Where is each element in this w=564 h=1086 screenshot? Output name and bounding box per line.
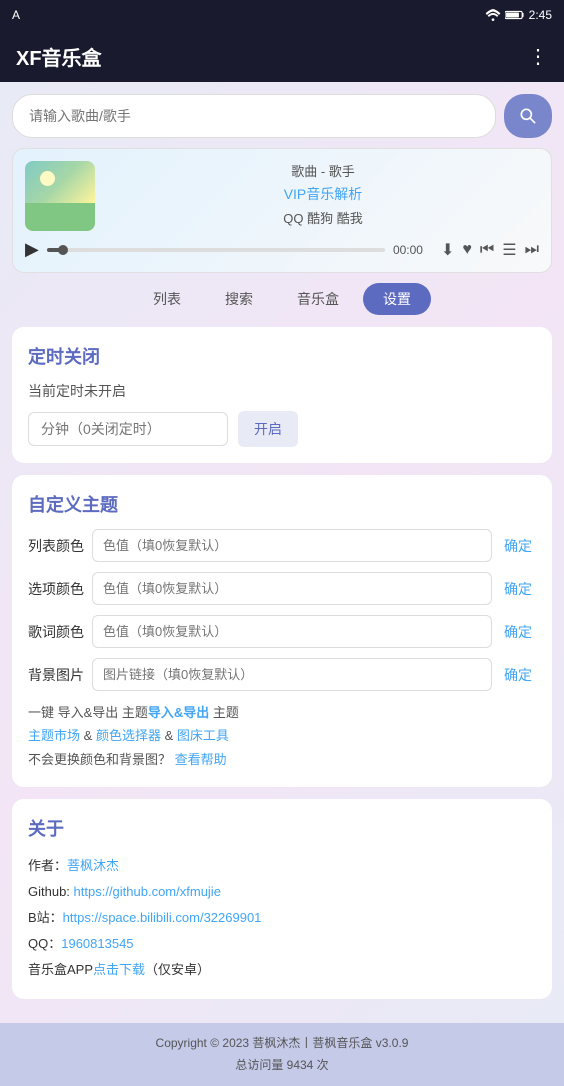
player-top: 歌曲 - 歌手 VIP音乐解析 QQ 酷狗 酷我 [25,161,539,231]
app-header: XF音乐盒 ⋮ [0,30,564,82]
about-section: 关于 作者：菩枫沐杰 Github: https://github.com/xf… [12,799,552,999]
album-art [25,161,95,231]
footer-copyright: Copyright © 2023 菩枫沐杰丨菩枫音乐盒 v3.0.9 [10,1033,554,1055]
player-controls: ▶ 00:00 ⬇ ♥ ⏮ ☰ ⏭ [25,239,539,260]
about-qq-link[interactable]: 1960813545 [61,936,133,951]
theme-amp2: & [165,728,177,743]
about-content: 作者：菩枫沐杰 Github: https://github.com/xfmuj… [28,853,536,983]
about-title: 关于 [28,815,536,841]
about-qq-label: QQ： [28,936,61,951]
about-github-label: Github: [28,884,74,899]
theme-row-list: 列表颜色 确定 [28,529,536,562]
progress-bar[interactable] [47,248,385,252]
theme-section: 自定义主题 列表颜色 确定 选项颜色 确定 歌词颜色 确定 背景图片 确定 [12,475,552,787]
theme-input-list[interactable] [92,529,492,562]
timer-subtitle: 当前定时未开启 [28,381,536,401]
player-card: 歌曲 - 歌手 VIP音乐解析 QQ 酷狗 酷我 ▶ 00:00 ⬇ ♥ ⏮ [12,148,552,273]
tab-settings[interactable]: 设置 [363,283,431,315]
theme-confirm-option[interactable]: 确定 [500,579,536,599]
prev-icon[interactable]: ⏮ [480,241,494,259]
theme-tools-line: 主题市场 & 颜色选择器 & 图床工具 [28,724,536,747]
theme-market-link[interactable]: 主题市场 [28,728,80,743]
timer-title: 定时关闭 [28,343,536,369]
about-bstation-label: B站： [28,910,63,925]
footer: Copyright © 2023 菩枫沐杰丨菩枫音乐盒 v3.0.9 总访问量 … [0,1023,564,1086]
status-left: A [12,8,20,22]
theme-label-option: 选项颜色 [28,579,84,599]
theme-action-prefix: 一键 导入&导出 主题 [28,705,148,720]
search-button[interactable] [504,94,552,138]
download-icon[interactable]: ⬇ [441,240,454,260]
wifi-icon [485,9,501,21]
progress-dot [58,245,68,255]
about-app-link[interactable]: 点击下载 [93,962,145,977]
footer-visits: 总访问量 9434 次 [10,1055,554,1077]
tabs: 列表 搜索 音乐盒 设置 [12,283,552,315]
about-bstation-line: B站：https://space.bilibili.com/32269901 [28,905,536,931]
theme-input-lyrics[interactable] [92,615,492,648]
tab-search[interactable]: 搜索 [205,283,273,315]
theme-actions: 一键 导入&导出 主题导入&导出 主题 主题市场 & 颜色选择器 & 图床工具 … [28,701,536,771]
control-icons: ⬇ ♥ ⏮ ☰ ⏭ [441,240,539,260]
theme-label-bg: 背景图片 [28,665,84,685]
about-author-label: 作者： [28,858,67,873]
about-qq-line: QQ：1960813545 [28,931,536,957]
status-bar: A 2:45 [0,0,564,30]
battery-icon [505,9,525,21]
about-github-line: Github: https://github.com/xfmujie [28,879,536,905]
vip-link[interactable]: VIP音乐解析 [107,184,539,204]
album-art-image [25,161,95,231]
theme-row-lyrics: 歌词颜色 确定 [28,615,536,648]
theme-confirm-list[interactable]: 确定 [500,536,536,556]
about-author-link[interactable]: 菩枫沐杰 [67,858,119,873]
timer-section: 定时关闭 当前定时未开启 开启 [12,327,552,463]
time-display: 00:00 [393,243,433,257]
favorite-icon[interactable]: ♥ [462,241,472,259]
theme-confirm-lyrics[interactable]: 确定 [500,622,536,642]
timer-input-row: 开启 [28,411,536,447]
timer-input[interactable] [28,412,228,446]
about-app-suffix: （仅安卓） [145,962,210,977]
theme-row-option: 选项颜色 确定 [28,572,536,605]
about-app-line: 音乐盒APP点击下载（仅安卓） [28,957,536,983]
main-content: 歌曲 - 歌手 VIP音乐解析 QQ 酷狗 酷我 ▶ 00:00 ⬇ ♥ ⏮ [0,82,564,1023]
search-bar [12,94,552,138]
theme-help-line: 不会更换颜色和背景图？ 查看帮助 [28,748,536,771]
search-icon [518,106,538,126]
about-app-text: 音乐盒APP [28,962,93,977]
theme-label-lyrics: 歌词颜色 [28,622,84,642]
theme-confirm-bg[interactable]: 确定 [500,665,536,685]
app-title: XF音乐盒 [16,42,102,71]
theme-amp1: & [84,728,96,743]
playlist-icon[interactable]: ☰ [502,240,516,260]
about-github-link[interactable]: https://github.com/xfmujie [74,884,221,899]
song-label: 歌曲 - 歌手 [107,161,539,180]
status-time: 2:45 [529,8,552,22]
app-indicator: A [12,8,20,22]
theme-color-picker-link[interactable]: 颜色选择器 [96,728,161,743]
tab-musicbox[interactable]: 音乐盒 [277,283,359,315]
theme-help-text: 不会更换颜色和背景图？ [28,752,171,767]
theme-title: 自定义主题 [28,491,536,517]
play-button[interactable]: ▶ [25,239,39,260]
tab-list[interactable]: 列表 [133,283,201,315]
theme-input-bg[interactable] [92,658,492,691]
theme-label-list: 列表颜色 [28,536,84,556]
player-info: 歌曲 - 歌手 VIP音乐解析 QQ 酷狗 酷我 [107,161,539,227]
status-right: 2:45 [485,8,552,22]
theme-row-bg: 背景图片 确定 [28,658,536,691]
theme-bed-tool-link[interactable]: 图床工具 [177,728,229,743]
theme-export-import-link[interactable]: 导入&导出 [148,705,209,720]
timer-enable-button[interactable]: 开启 [238,411,298,447]
about-bstation-link[interactable]: https://space.bilibili.com/32269901 [63,910,262,925]
theme-help-link[interactable]: 查看帮助 [175,752,227,767]
theme-export-import-line: 一键 导入&导出 主题导入&导出 主题 [28,701,536,724]
progress-fill [47,248,64,252]
platforms: QQ 酷狗 酷我 [107,208,539,227]
theme-input-option[interactable] [92,572,492,605]
search-input[interactable] [12,94,496,138]
next-icon[interactable]: ⏭ [525,241,539,259]
menu-button[interactable]: ⋮ [528,44,548,69]
about-author-line: 作者：菩枫沐杰 [28,853,536,879]
